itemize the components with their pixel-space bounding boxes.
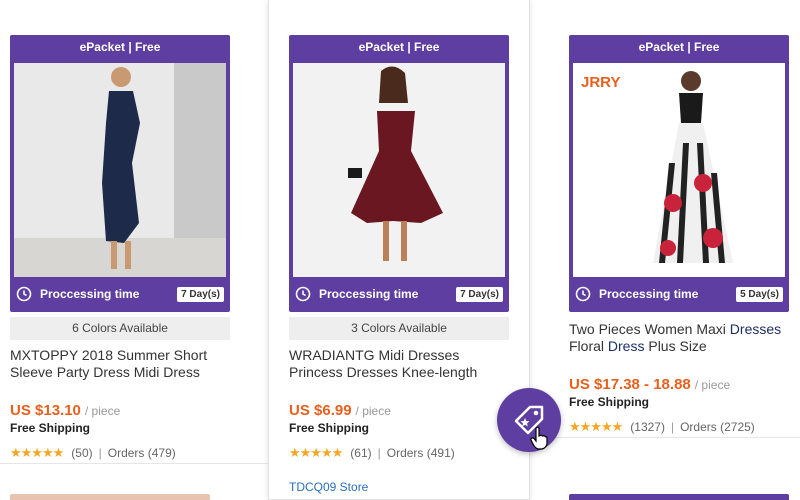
rating-row: ★★★★★ (1327) | Orders (2725) xyxy=(569,419,755,435)
order-count: Orders (491) xyxy=(386,446,455,460)
shipping-badge: ePacket | Free xyxy=(638,40,720,54)
shipping-info: Free Shipping xyxy=(289,421,370,435)
processing-days: 7 Day(s) xyxy=(456,286,503,302)
star-rating: ★★★★★ xyxy=(289,445,343,460)
order-count: Orders (2725) xyxy=(680,420,755,434)
next-row-image-edge xyxy=(10,494,210,500)
processing-time-bar: Proccessing time 7 Day(s) xyxy=(295,283,503,305)
processing-time-label: Proccessing time xyxy=(599,287,699,301)
store-link[interactable]: TDCQ09 Store xyxy=(289,480,368,494)
product-card[interactable]: ePacket | Free Proccessing time 7 Day(s)… xyxy=(268,0,530,500)
colors-available: 3 Colors Available xyxy=(289,317,509,340)
product-price: US $6.99/ piece xyxy=(289,402,391,419)
product-price: US $17.38 - 18.88/ piece xyxy=(569,376,730,393)
product-title-link[interactable]: WRADIANTG Midi Dresses Princess Dresses … xyxy=(289,347,509,381)
product-card[interactable]: ePacket | Free Proccessing time 7 Day(s)… xyxy=(0,0,260,500)
title-text: Plus Size xyxy=(644,338,707,354)
coupon-button[interactable] xyxy=(497,388,561,452)
processing-time-bar: Proccessing time 5 Day(s) xyxy=(575,283,783,305)
price-value: US $13.10 xyxy=(10,402,81,419)
price-unit: / piece xyxy=(355,404,391,418)
review-count[interactable]: (50) xyxy=(71,446,92,460)
product-image-frame[interactable]: ePacket | Free Proccessing time 7 Day(s) xyxy=(10,35,230,312)
shipping-info: Free Shipping xyxy=(569,395,650,409)
product-photo[interactable]: JRRY xyxy=(573,63,785,277)
product-image-frame[interactable]: ePacket | Free JRRY Proccessing time 5 D… xyxy=(569,35,789,312)
processing-days: 5 Day(s) xyxy=(736,286,783,302)
price-unit: / piece xyxy=(694,378,731,392)
brand-logo: JRRY xyxy=(581,74,620,91)
product-title-link[interactable]: MXTOPPY 2018 Summer Short Sleeve Party D… xyxy=(10,347,230,381)
product-card[interactable]: ePacket | Free JRRY Proccessing time 5 D… xyxy=(560,0,800,500)
separator: | xyxy=(670,420,675,434)
processing-time-bar: Proccessing time 7 Day(s) xyxy=(16,283,224,305)
product-title-link[interactable]: Two Pieces Women Maxi Dresses Floral Dre… xyxy=(569,321,800,355)
processing-time-label: Proccessing time xyxy=(40,287,140,301)
clock-history-icon xyxy=(295,286,311,302)
next-row-image-edge xyxy=(569,494,789,500)
shipping-info: Free Shipping xyxy=(10,421,91,435)
order-count: Orders (479) xyxy=(107,446,176,460)
star-rating: ★★★★★ xyxy=(10,445,64,460)
price-unit: / piece xyxy=(84,404,121,418)
product-photo[interactable] xyxy=(293,63,505,277)
title-text: Floral xyxy=(569,338,608,354)
title-text: Two Pieces Women Maxi xyxy=(569,321,730,337)
product-price: US $13.10/ piece xyxy=(10,402,120,419)
separator: | xyxy=(377,446,381,460)
price-value: US $6.99 xyxy=(289,402,352,419)
clock-history-icon xyxy=(575,286,591,302)
product-photo[interactable] xyxy=(14,63,226,277)
star-rating: ★★★★★ xyxy=(569,419,623,434)
product-image-frame[interactable]: ePacket | Free Proccessing time 7 Day(s) xyxy=(289,35,509,312)
review-count[interactable]: (61) xyxy=(350,446,371,460)
rating-row: ★★★★★ (50) | Orders (479) xyxy=(10,445,176,461)
processing-time-label: Proccessing time xyxy=(319,287,419,301)
shipping-badge: ePacket | Free xyxy=(79,40,161,54)
separator: | xyxy=(98,446,102,460)
hand-pointer-icon xyxy=(530,426,548,450)
colors-available: 6 Colors Available xyxy=(10,317,230,340)
rating-row: ★★★★★ (61) | Orders (491) xyxy=(289,445,455,461)
clock-history-icon xyxy=(16,286,32,302)
title-highlight: Dress xyxy=(607,338,645,354)
shipping-badge: ePacket | Free xyxy=(358,40,440,54)
price-value: US $17.38 - 18.88 xyxy=(569,376,691,393)
title-highlight: Dresses xyxy=(729,321,782,337)
review-count[interactable]: (1327) xyxy=(630,420,665,434)
processing-days: 7 Day(s) xyxy=(177,286,224,302)
